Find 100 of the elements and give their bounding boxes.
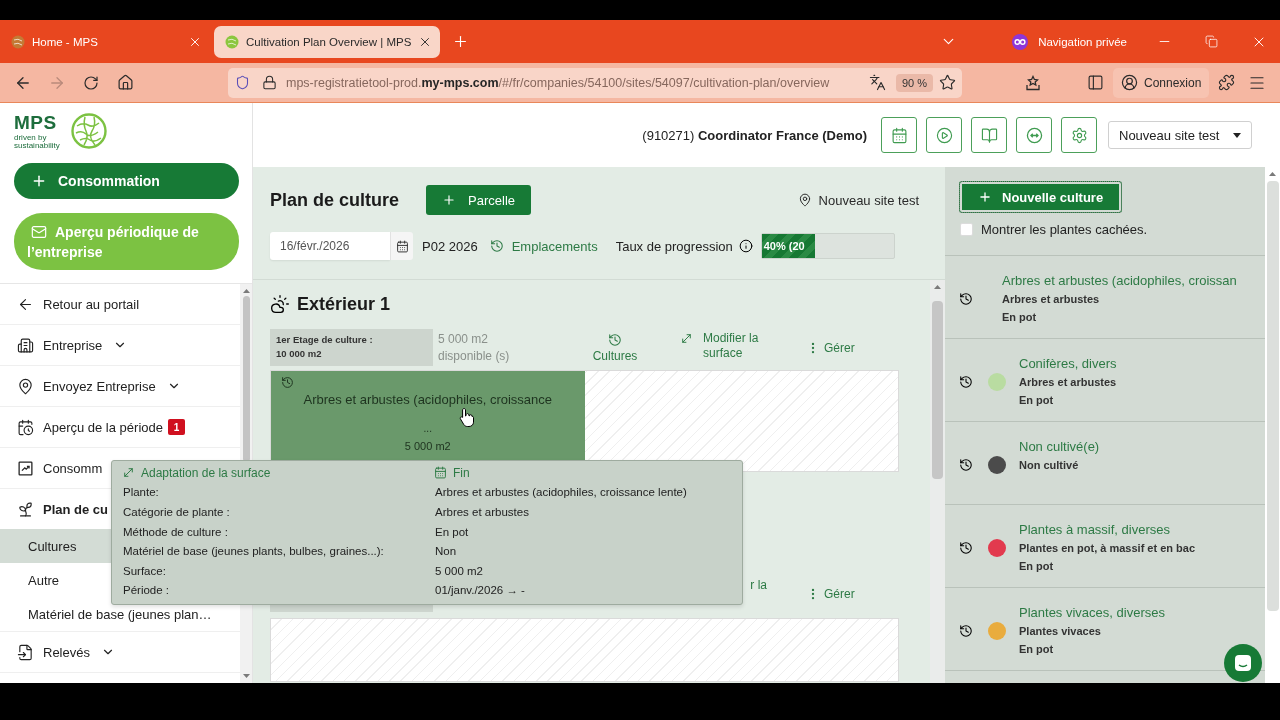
menu-item[interactable]: Consomm [0, 448, 109, 488]
crop-category: Arbres et arbustes [1019, 375, 1117, 390]
new-crop-button[interactable]: Nouvelle culture [959, 181, 1123, 213]
shield-icon[interactable] [235, 75, 250, 90]
crop-title: Plantes à massif, diverses [1019, 521, 1171, 539]
detail-label: Catégorie de plante : [122, 506, 231, 518]
info-icon[interactable] [738, 239, 753, 253]
book-button[interactable] [971, 117, 1007, 153]
extensions-icon[interactable] [1217, 74, 1235, 91]
private-browsing-label: Navigation privée [1038, 35, 1127, 48]
scroll-down-icon[interactable] [242, 674, 250, 678]
menu-item[interactable]: Relevés [0, 632, 121, 672]
caret-icon [1233, 132, 1241, 138]
date-field[interactable]: 16/févr./2026 [270, 232, 390, 260]
hand-cursor-icon [459, 407, 475, 427]
history-icon [489, 239, 504, 253]
plus-icon [31, 173, 47, 189]
detail-value: En pot [434, 525, 470, 538]
translate-icon[interactable] [868, 74, 886, 91]
scrollbar-thumb[interactable] [932, 301, 943, 479]
history-icon [959, 541, 973, 555]
resize-icon [680, 332, 693, 345]
menu-item[interactable]: Entreprise [0, 325, 134, 365]
menu-item[interactable]: Aperçu de la période 1 [0, 407, 191, 447]
add-parcel-button[interactable]: Parcelle [426, 185, 531, 215]
browser-tab[interactable]: Cultivation Plan Overview | MPS [214, 25, 441, 58]
detail-value: Non [434, 545, 458, 558]
manage-link[interactable]: Gérer [790, 340, 870, 355]
scrollbar-thumb[interactable] [1266, 181, 1279, 611]
crop-method: En pot [1019, 393, 1055, 408]
menu-item[interactable]: Plan de cu [0, 489, 115, 529]
account-button[interactable]: Connexion [1113, 67, 1210, 98]
star-tray-icon[interactable] [1025, 74, 1041, 91]
site-select[interactable]: Nouveau site test [1108, 121, 1252, 149]
sidebar-icon[interactable] [1086, 74, 1104, 91]
play-icon [935, 126, 953, 144]
crops-history-link[interactable]: Cultures [592, 332, 638, 363]
plus-icon [442, 193, 457, 207]
notification-badge: 1 [168, 419, 185, 435]
history-icon [959, 458, 973, 472]
resize-icon [122, 466, 135, 480]
checkbox[interactable] [960, 222, 973, 236]
mail-icon [31, 223, 47, 240]
progress-reading: 40% (20 [763, 240, 805, 252]
settings-icon [1070, 126, 1088, 144]
sprout-icon [17, 500, 34, 518]
restore-icon[interactable] [1205, 35, 1218, 48]
chat-bubble-icon [1234, 654, 1252, 672]
reload-icon[interactable] [83, 74, 99, 91]
settings-button[interactable] [1061, 117, 1097, 153]
floor-label: 1er Etage de culture : [276, 333, 374, 347]
crop-category: Plantes en pot, à massif et en bac [1019, 541, 1196, 556]
play-button[interactable] [926, 117, 962, 153]
crop-area: 5 000 m2 [404, 439, 451, 453]
browser-tab[interactable]: Home - MPS [0, 25, 210, 58]
calendar-icon [890, 126, 908, 144]
resize-surface-link[interactable]: Modifier la surface [655, 329, 790, 361]
period-label: P02 2026 [422, 238, 478, 254]
link-text-fragment[interactable]: r la [750, 575, 767, 592]
location-pin-icon [797, 193, 812, 207]
progress-label: Taux de progression [615, 238, 733, 254]
available-label: disponible (s) [438, 347, 511, 365]
history-icon [959, 624, 973, 638]
menu-item[interactable]: Retour au portail [0, 284, 146, 324]
scroll-up-icon[interactable] [934, 285, 941, 289]
organization-name: (910271) Coordinator France (Demo) [642, 127, 867, 143]
crop-category: Arbres et arbustes [1002, 292, 1101, 307]
crop-method: En pot [1019, 559, 1055, 574]
swap-icon [1025, 126, 1043, 144]
home-icon[interactable] [116, 74, 134, 91]
consumption-button[interactable]: Consommation [14, 163, 239, 199]
book-icon [980, 126, 998, 144]
crop-category: Plantes vivaces [1019, 624, 1102, 639]
detail-label: Plante: [122, 486, 160, 499]
crop-name: Arbres et arbustes (acidophiles, croissance [303, 392, 553, 408]
swap-button[interactable] [1016, 117, 1052, 153]
globe-logo-icon [71, 113, 107, 149]
scroll-up-icon[interactable] [242, 289, 250, 293]
detail-value: 01/janv./2026 → - [434, 584, 526, 597]
menu-item[interactable]: Envoyez Entreprise [0, 366, 187, 406]
locations-link[interactable]: Emplacements [489, 238, 598, 254]
zoom-badge[interactable]: 90 % [895, 73, 933, 92]
history-icon [608, 332, 622, 347]
star-icon[interactable] [939, 74, 956, 91]
detail-value: Arbres et arbustes [434, 506, 530, 518]
crop-method: En pot [1002, 310, 1038, 325]
detail-label: Surface: [122, 564, 167, 577]
calendar-icon [434, 466, 447, 480]
history-icon [959, 375, 973, 389]
crop-category: Non cultivé [1019, 458, 1080, 473]
scrollbar-thumb[interactable] [242, 296, 250, 462]
user-icon [1121, 74, 1138, 91]
calendar-clock-icon [17, 418, 34, 436]
logo-text: MPS [14, 112, 57, 134]
lock-icon[interactable] [262, 75, 277, 90]
globe-favicon-icon [11, 34, 25, 49]
section-title: Extérieur 1 [297, 293, 391, 315]
scroll-up-icon[interactable] [1269, 172, 1276, 176]
address-field[interactable]: mps-registratietool-prod.my-mps.com/#/fr/companies/54100/sites/54097/cultivation-plan/overview 90 % [228, 67, 962, 98]
manage-link[interactable]: Gérer [790, 586, 870, 601]
